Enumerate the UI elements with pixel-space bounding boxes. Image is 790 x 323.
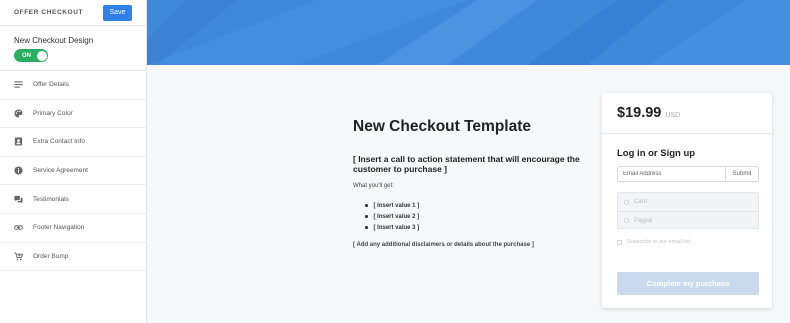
complete-purchase-button[interactable]: Complete my purchase xyxy=(617,272,759,295)
value-list: [ Insert value 1 ] [ Insert value 2 ] [ … xyxy=(353,200,583,233)
list-item: [ Insert value 1 ] xyxy=(365,200,583,211)
checkout-design-toggle[interactable]: ON xyxy=(14,49,48,62)
what-you-get-label: What you'll get: xyxy=(353,183,394,189)
palette-icon xyxy=(14,109,23,118)
subscribe-checkbox[interactable] xyxy=(617,239,622,245)
sidebar-item-order-bump[interactable]: Order Bump xyxy=(0,243,146,272)
cta-statement: [ Insert a call to action statement that… xyxy=(353,154,580,174)
sidebar-item-testimonials[interactable]: Testimonials xyxy=(0,185,146,214)
list-item: [ Insert value 2 ] xyxy=(365,211,583,222)
sidebar: OFFER CHECKOUT Save New Checkout Design … xyxy=(0,0,147,323)
bullet xyxy=(365,215,368,218)
sidebar-item-label: Primary Color xyxy=(33,109,73,117)
checkout-design-setting: New Checkout Design ON xyxy=(0,26,146,71)
subscribe-label: Subscribe to our email list. xyxy=(627,239,692,245)
bullet xyxy=(365,204,368,207)
template-title: New Checkout Template xyxy=(353,118,532,135)
sidebar-item-label: Footer Navigation xyxy=(33,224,85,232)
payment-option-label: Paypal xyxy=(634,217,653,224)
sidebar-item-label: Extra Contact Info xyxy=(33,138,86,146)
sidebar-item-label: Order Bump xyxy=(33,252,69,260)
header-banner-image xyxy=(147,0,790,65)
value-text: [ Insert value 2 ] xyxy=(373,213,420,220)
sidebar-item-label: Offer Details xyxy=(33,81,70,89)
sidebar-item-footer-navigation[interactable]: Footer Navigation xyxy=(0,214,146,243)
sidebar-item-primary-color[interactable]: Primary Color xyxy=(0,100,146,129)
link-icon xyxy=(14,223,23,232)
list-item: [ Insert value 3 ] xyxy=(365,222,583,233)
info-icon xyxy=(14,166,23,175)
price: $19.99 xyxy=(617,105,662,121)
email-field[interactable] xyxy=(617,166,726,182)
email-row: Submit xyxy=(617,166,759,182)
save-button[interactable]: Save xyxy=(103,4,132,21)
sidebar-item-service-agreement[interactable]: Service Agreement xyxy=(0,157,146,186)
sidebar-item-label: Testimonials xyxy=(33,195,69,203)
sidebar-item-offer-details[interactable]: Offer Details xyxy=(0,71,146,100)
login-title: Log in or Sign up xyxy=(617,148,696,159)
sidebar-title: OFFER CHECKOUT xyxy=(14,9,84,16)
radio-button[interactable] xyxy=(624,218,629,223)
checkout-design-label: New Checkout Design xyxy=(14,36,94,45)
value-text: [ Insert value 3 ] xyxy=(373,224,420,231)
radio-button[interactable] xyxy=(624,199,629,205)
lines-icon xyxy=(14,80,23,89)
chat-bubbles-icon xyxy=(14,195,23,204)
currency: USD xyxy=(665,111,681,119)
submit-button[interactable]: Submit xyxy=(726,166,759,182)
cart-icon xyxy=(14,252,23,261)
disclaimer-text: [ Add any additional disclaimers or deta… xyxy=(353,242,534,248)
subscribe-option[interactable]: Subscribe to our email list. xyxy=(617,239,692,245)
bullet xyxy=(365,226,368,229)
offer-content: New Checkout Template [ Insert a call to… xyxy=(353,118,583,248)
checkout-preview: New Checkout Template [ Insert a call to… xyxy=(147,0,790,323)
sidebar-item-extra-contact-info[interactable]: Extra Contact Info xyxy=(0,128,146,157)
payment-option-paypal[interactable]: Paypal xyxy=(618,211,758,229)
sidebar-item-label: Service Agreement xyxy=(33,167,88,175)
toggle-state-label: ON xyxy=(22,52,31,59)
checkout-card: $19.99 USD Log in or Sign up Submit Card… xyxy=(602,93,772,308)
value-text: [ Insert value 1 ] xyxy=(373,202,420,209)
sidebar-header: OFFER CHECKOUT Save xyxy=(0,0,146,26)
price-row: $19.99 USD xyxy=(602,93,772,134)
payment-options: Card Paypal xyxy=(617,192,759,229)
payment-option-card[interactable]: Card xyxy=(618,193,758,211)
payment-option-label: Card xyxy=(634,199,648,205)
toggle-knob xyxy=(36,50,47,61)
contact-card-icon xyxy=(14,137,23,147)
